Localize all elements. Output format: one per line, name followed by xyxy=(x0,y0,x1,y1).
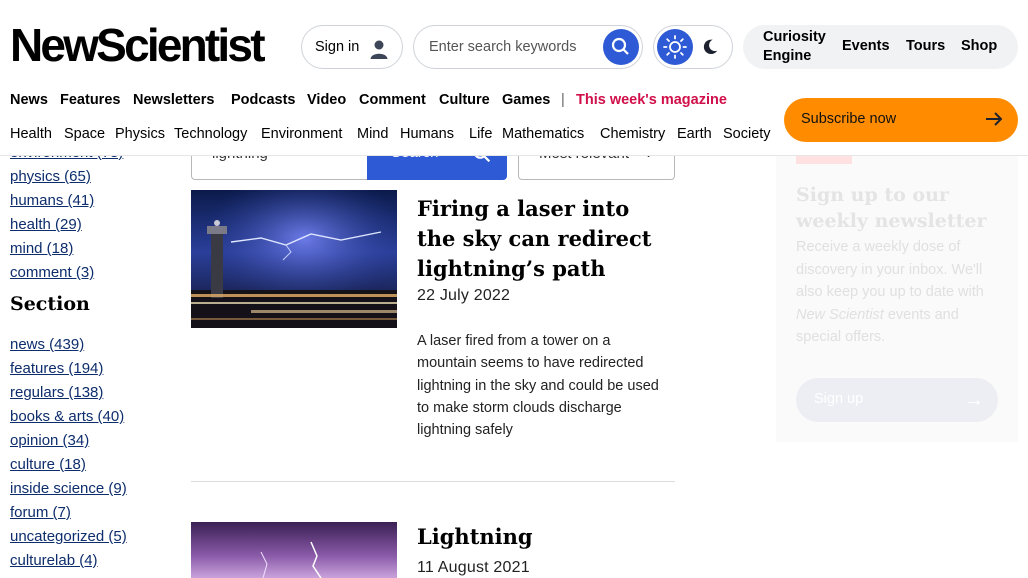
tag-filter-comment[interactable]: comment (3) xyxy=(10,264,94,281)
newsletter-text-before: Receive a weekly dose of discovery in yo… xyxy=(796,239,984,300)
nav-item-games[interactable]: Games xyxy=(502,92,550,108)
section-filter-books-arts[interactable]: books & arts (40) xyxy=(10,408,124,425)
topic-life[interactable]: Life xyxy=(469,126,492,142)
shop-link[interactable]: Shop xyxy=(961,38,997,54)
nav-item-magazine[interactable]: This week's magazine xyxy=(576,92,727,108)
topic-health[interactable]: Health xyxy=(10,126,52,142)
newsletter-heading: Sign up to our weekly newsletter xyxy=(796,184,987,232)
nav-item-newsletters[interactable]: Newsletters xyxy=(133,92,214,108)
arrow-right-icon: → xyxy=(964,389,984,411)
newsletter-brand: New Scientist xyxy=(796,306,884,323)
nav-item-culture[interactable]: Culture xyxy=(439,92,490,108)
subscribe-button[interactable]: Subscribe now xyxy=(784,98,1018,142)
topic-humans[interactable]: Humans xyxy=(400,126,454,142)
nav-item-news[interactable]: News xyxy=(10,92,48,108)
tours-link[interactable]: Tours xyxy=(906,38,945,54)
search-result: Firing a laser into the sky can redirect… xyxy=(191,190,675,450)
newsletter-signup-label: Sign up xyxy=(814,391,864,407)
site-logo[interactable]: NewScientist xyxy=(10,20,266,70)
utility-nav: Curiosity Engine Events Tours Shop xyxy=(743,25,1018,69)
nav-item-comment[interactable]: Comment xyxy=(359,92,426,108)
nav-separator: | xyxy=(561,92,565,108)
header-search[interactable]: Enter search keywords xyxy=(413,25,643,69)
section-heading: Section xyxy=(10,293,90,315)
newsletter-signup-panel: Sign up to our weekly newsletter Receive… xyxy=(776,128,1018,442)
moon-icon[interactable] xyxy=(701,38,719,56)
section-filter-inside-science[interactable]: inside science (9) xyxy=(10,480,127,497)
section-filter-uncategorized[interactable]: uncategorized (5) xyxy=(10,528,127,545)
light-mode-button[interactable] xyxy=(657,29,693,65)
section-filter-forum[interactable]: forum (7) xyxy=(10,504,71,521)
theme-toggle[interactable] xyxy=(653,25,733,69)
topic-physics[interactable]: Physics xyxy=(115,126,165,142)
result-title-link[interactable]: Lightning xyxy=(417,522,673,552)
user-icon xyxy=(370,40,388,59)
tag-filter-humans[interactable]: humans (41) xyxy=(10,192,94,209)
topic-space[interactable]: Space xyxy=(64,126,105,142)
result-date: 11 August 2021 xyxy=(417,559,530,576)
header-search-input[interactable]: Enter search keywords xyxy=(429,39,576,55)
topic-technology[interactable]: Technology xyxy=(174,126,247,142)
sign-in-label: Sign in xyxy=(315,39,360,55)
topic-mathematics[interactable]: Mathematics xyxy=(502,126,584,142)
results-divider xyxy=(191,481,675,482)
result-title-link[interactable]: Firing a laser into the sky can redirect… xyxy=(417,194,673,284)
result-thumbnail-purple-lightning[interactable] xyxy=(191,522,397,578)
events-link[interactable]: Events xyxy=(842,38,890,54)
sun-icon xyxy=(663,35,687,59)
tag-filter-physics[interactable]: physics (65) xyxy=(10,168,91,185)
section-filter-features[interactable]: features (194) xyxy=(10,360,103,377)
section-filter-regulars[interactable]: regulars (138) xyxy=(10,384,103,401)
arrow-right-icon xyxy=(986,112,1003,126)
section-filter-culture[interactable]: culture (18) xyxy=(10,456,86,473)
topic-society[interactable]: Society xyxy=(723,126,771,142)
nav-item-video[interactable]: Video xyxy=(307,92,346,108)
tag-filter-mind[interactable]: mind (18) xyxy=(10,240,73,257)
search-result: Lightning 11 August 2021 xyxy=(191,522,675,578)
site-header: NewScientist Sign in Enter search keywor… xyxy=(0,0,1028,156)
sign-in-button[interactable]: Sign in xyxy=(301,25,403,69)
header-search-button[interactable] xyxy=(603,29,639,65)
newsletter-signup-button[interactable]: Sign up → xyxy=(796,378,998,422)
result-date: 22 July 2022 xyxy=(417,287,511,304)
section-filter-news[interactable]: news (439) xyxy=(10,336,84,353)
result-thumbnail-lightning-tower[interactable] xyxy=(191,190,397,328)
tag-filter-health[interactable]: health (29) xyxy=(10,216,82,233)
nav-item-features[interactable]: Features xyxy=(60,92,120,108)
topic-chemistry[interactable]: Chemistry xyxy=(600,126,665,142)
result-description: A laser fired from a tower on a mountain… xyxy=(417,333,659,439)
topic-environment[interactable]: Environment xyxy=(261,126,342,142)
topic-mind[interactable]: Mind xyxy=(357,126,388,142)
nav-item-podcasts[interactable]: Podcasts xyxy=(231,92,295,108)
section-filter-culturelab[interactable]: culturelab (4) xyxy=(10,552,98,569)
search-icon xyxy=(611,37,629,55)
topic-earth[interactable]: Earth xyxy=(677,126,712,142)
curiosity-engine-link[interactable]: Curiosity Engine xyxy=(763,28,843,66)
newsletter-text: Receive a weekly dose of discovery in yo… xyxy=(796,236,1002,349)
section-filter-opinion[interactable]: opinion (34) xyxy=(10,432,89,449)
subscribe-label: Subscribe now xyxy=(801,111,897,127)
